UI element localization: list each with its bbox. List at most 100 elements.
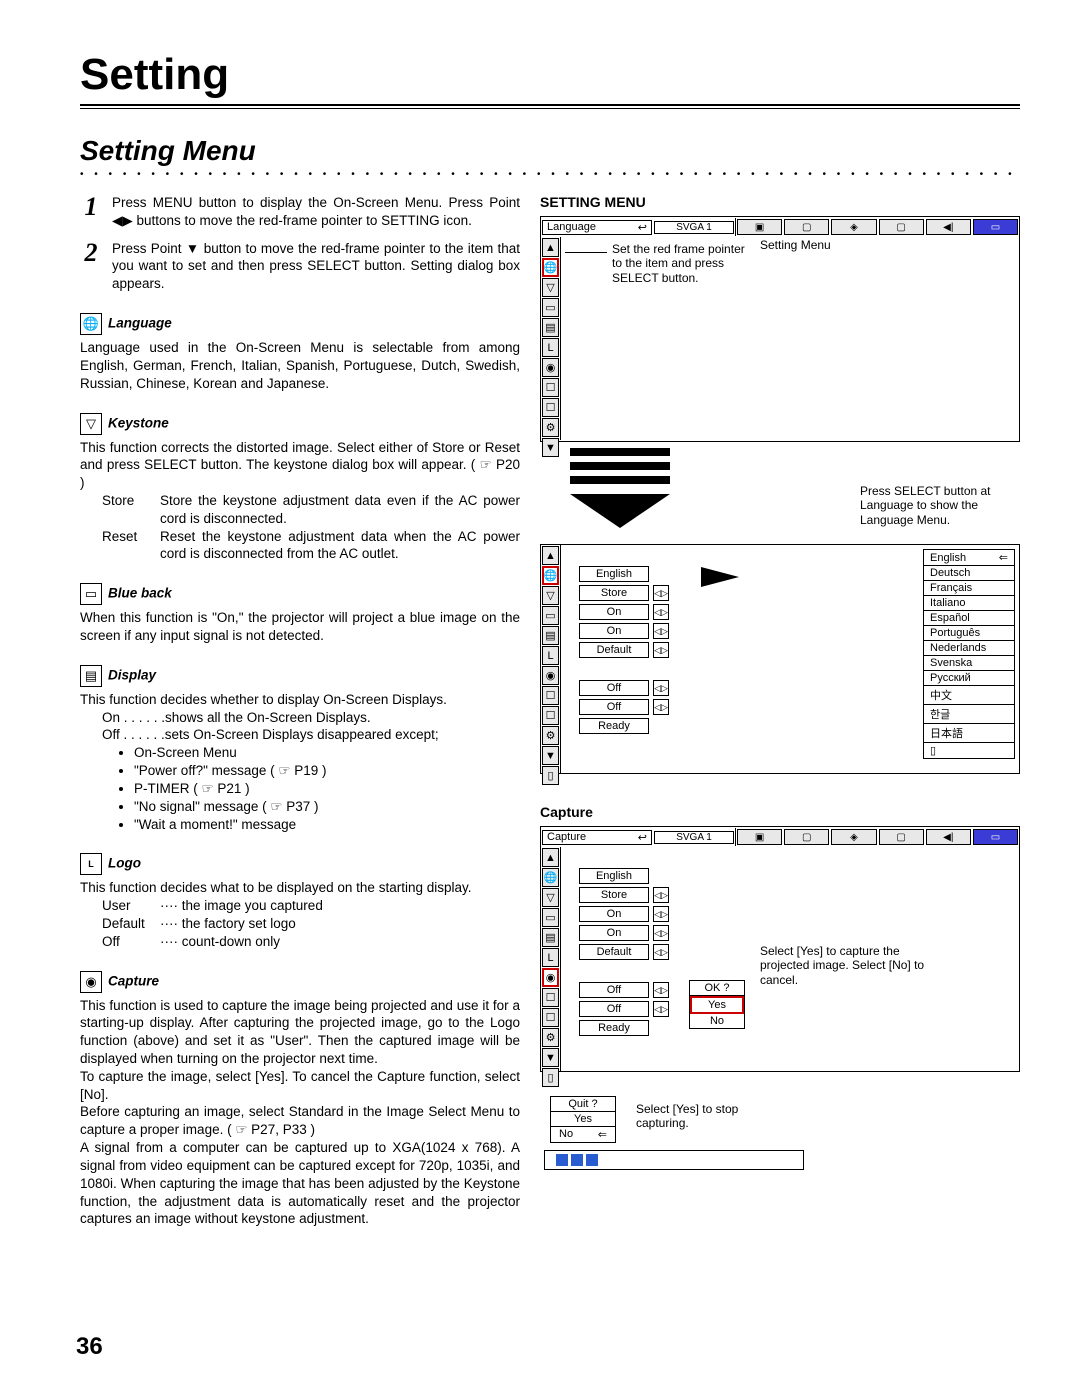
cmenu-icon-1[interactable]: ▣	[737, 829, 782, 845]
cp-scroll-up[interactable]: ▲	[542, 848, 559, 867]
val-off-1[interactable]: Off	[579, 680, 649, 696]
cp-blueback[interactable]: ▭	[542, 908, 559, 927]
display-heading: ▤Display	[80, 665, 520, 687]
p2-scroll-down[interactable]: ▼	[542, 746, 559, 765]
menu-label-language[interactable]: Language↩	[542, 220, 652, 235]
lang-deutsch[interactable]: Deutsch	[924, 566, 1014, 581]
arrow-lr-2[interactable]: ◁▷	[653, 604, 669, 620]
menu-label-capture[interactable]: Capture↩	[542, 830, 652, 845]
p2-logo[interactable]: L	[542, 646, 559, 665]
cmenu-icon-5[interactable]: ◀|	[926, 829, 971, 845]
display-bullet-2: "Power off?" message ( ☞ P19 )	[134, 762, 520, 780]
cmenu-icon-3[interactable]: ◈	[831, 829, 876, 845]
keystone-reset-key: Reset	[102, 528, 160, 564]
side-icon-8[interactable]: ☐	[542, 398, 559, 417]
dlg-no-button[interactable]: No	[690, 1014, 744, 1028]
lang-chinese[interactable]: 中文	[924, 686, 1014, 705]
cv-off-2[interactable]: Off	[579, 1001, 649, 1017]
val-english[interactable]: English	[579, 566, 649, 582]
menu-icon-1[interactable]: ▣	[737, 219, 782, 235]
menu-icon-5[interactable]: ◀|	[926, 219, 971, 235]
cp-scroll-down[interactable]: ▼	[542, 1048, 559, 1067]
side-icon-keystone[interactable]: ▽	[542, 278, 559, 297]
lang-portugues[interactable]: Português	[924, 626, 1014, 641]
side-icon-7[interactable]: ☐	[542, 378, 559, 397]
val-store[interactable]: Store	[579, 585, 649, 601]
p2-scroll-up[interactable]: ▲	[542, 546, 559, 565]
val-ready[interactable]: Ready	[579, 718, 649, 734]
arrow-lr-5[interactable]: ◁▷	[653, 680, 669, 696]
menu-icon-4[interactable]: ▢	[879, 219, 924, 235]
cp-close[interactable]: ▯	[542, 1068, 559, 1087]
arrow-lr-3[interactable]: ◁▷	[653, 623, 669, 639]
carrow-3[interactable]: ◁▷	[653, 925, 669, 941]
val-on-1[interactable]: On	[579, 604, 649, 620]
p2-blueback[interactable]: ▭	[542, 606, 559, 625]
cp-icon-7[interactable]: ☐	[542, 988, 559, 1007]
p2-close[interactable]: ▯	[542, 766, 559, 785]
carrow-2[interactable]: ◁▷	[653, 906, 669, 922]
menu-icon-3[interactable]: ◈	[831, 219, 876, 235]
lang-nederlands[interactable]: Nederlands	[924, 641, 1014, 656]
side-icon-logo[interactable]: L	[542, 338, 559, 357]
left-arrow-icon: ⇐	[999, 551, 1008, 564]
cmenu-icon-4[interactable]: ▢	[879, 829, 924, 845]
p2-globe[interactable]: 🌐	[542, 566, 559, 585]
cp-capture[interactable]: ◉	[542, 968, 559, 987]
arrow-lr-1[interactable]: ◁▷	[653, 585, 669, 601]
cv-english[interactable]: English	[579, 868, 649, 884]
quit-no-button[interactable]: No	[559, 1128, 573, 1141]
p2-icon-8[interactable]: ☐	[542, 706, 559, 725]
cv-on-1[interactable]: On	[579, 906, 649, 922]
p2-keystone[interactable]: ▽	[542, 586, 559, 605]
language-dropdown[interactable]: English⇐ Deutsch Français Italiano Españ…	[923, 549, 1015, 759]
cv-store[interactable]: Store	[579, 887, 649, 903]
carrow-1[interactable]: ◁▷	[653, 887, 669, 903]
val-on-2[interactable]: On	[579, 623, 649, 639]
cv-ready[interactable]: Ready	[579, 1020, 649, 1036]
cp-logo[interactable]: L	[542, 948, 559, 967]
menu-icon-2[interactable]: ▢	[784, 219, 829, 235]
cp-icon-8[interactable]: ☐	[542, 1008, 559, 1027]
lang-close[interactable]: ▯	[924, 743, 1014, 758]
lang-italiano[interactable]: Italiano	[924, 596, 1014, 611]
side-icon-blueback[interactable]: ▭	[542, 298, 559, 317]
lang-english[interactable]: English⇐	[924, 550, 1014, 566]
arrow-lr-4[interactable]: ◁▷	[653, 642, 669, 658]
lang-korean[interactable]: 한글	[924, 705, 1014, 724]
arrow-lr-6[interactable]: ◁▷	[653, 699, 669, 715]
quit-yes-button[interactable]: Yes	[551, 1112, 615, 1127]
menu-icon-setting[interactable]: ▭	[973, 219, 1018, 235]
dlg-yes-button[interactable]: Yes	[690, 996, 744, 1014]
p2-icon-7[interactable]: ☐	[542, 686, 559, 705]
annot-press-select: Press SELECT button at Language to show …	[860, 484, 1020, 527]
cp-keystone[interactable]: ▽	[542, 888, 559, 907]
p2-icon-9[interactable]: ⚙	[542, 726, 559, 745]
carrow-5[interactable]: ◁▷	[653, 982, 669, 998]
val-off-2[interactable]: Off	[579, 699, 649, 715]
lang-francais[interactable]: Français	[924, 581, 1014, 596]
side-icon-display[interactable]: ▤	[542, 318, 559, 337]
cp-display[interactable]: ▤	[542, 928, 559, 947]
cp-icon-9[interactable]: ⚙	[542, 1028, 559, 1047]
cmenu-icon-2[interactable]: ▢	[784, 829, 829, 845]
p2-capture[interactable]: ◉	[542, 666, 559, 685]
cv-default[interactable]: Default	[579, 944, 649, 960]
cv-off-1[interactable]: Off	[579, 982, 649, 998]
lang-russian[interactable]: Русский	[924, 671, 1014, 686]
side-icon-globe[interactable]: 🌐	[542, 258, 559, 277]
cv-on-2[interactable]: On	[579, 925, 649, 941]
scroll-up-icon[interactable]: ▲	[542, 238, 559, 257]
side-icon-capture[interactable]: ◉	[542, 358, 559, 377]
p2-display[interactable]: ▤	[542, 626, 559, 645]
cmenu-icon-setting[interactable]: ▭	[973, 829, 1018, 845]
carrow-4[interactable]: ◁▷	[653, 944, 669, 960]
lang-japanese[interactable]: 日本語	[924, 724, 1014, 743]
cp-globe[interactable]: 🌐	[542, 868, 559, 887]
lang-svenska[interactable]: Svenska	[924, 656, 1014, 671]
side-icon-9[interactable]: ⚙	[542, 418, 559, 437]
val-default[interactable]: Default	[579, 642, 649, 658]
logo-default-key: Default	[102, 915, 160, 933]
carrow-6[interactable]: ◁▷	[653, 1001, 669, 1017]
lang-espanol[interactable]: Español	[924, 611, 1014, 626]
